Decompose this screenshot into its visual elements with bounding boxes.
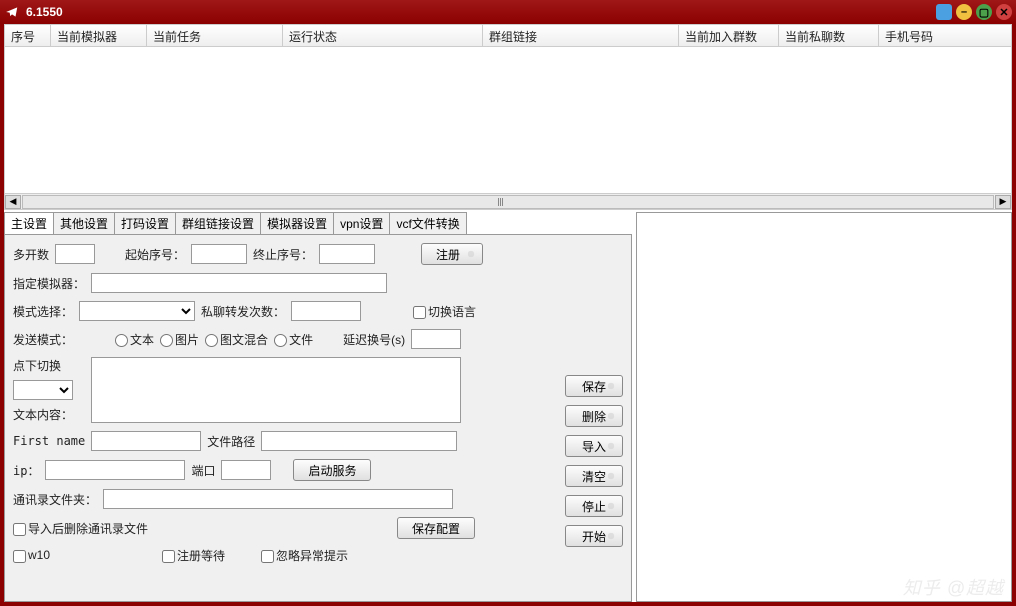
- multiopen-input[interactable]: [55, 244, 95, 264]
- data-table: 序号 当前模拟器 当前任务 运行状态 群组链接 当前加入群数 当前私聊数 手机号…: [4, 24, 1012, 210]
- ip-label: ip：: [13, 462, 39, 479]
- switchlang-checkbox[interactable]: 切换语言: [413, 303, 476, 320]
- col-status[interactable]: 运行状态: [283, 25, 483, 46]
- filepath-input[interactable]: [261, 431, 457, 451]
- port-label: 端口: [191, 462, 215, 479]
- firstname-input[interactable]: [91, 431, 201, 451]
- designatedsim-input[interactable]: [91, 273, 387, 293]
- tab-strip: 主设置 其他设置 打码设置 群组链接设置 模拟器设置 vpn设置 vcf文件转换: [4, 212, 632, 234]
- endseq-input[interactable]: [319, 244, 375, 264]
- window-title: 6.1550: [26, 5, 936, 19]
- col-simulator[interactable]: 当前模拟器: [51, 25, 147, 46]
- scroll-track[interactable]: [22, 195, 994, 209]
- col-phone[interactable]: 手机号码: [879, 25, 1011, 46]
- scroll-left-button[interactable]: ◀: [5, 195, 21, 209]
- tab-grouplink[interactable]: 群组链接设置: [175, 212, 261, 234]
- textcontent-label: 文本内容：: [13, 406, 85, 423]
- w10-checkbox[interactable]: w10: [13, 548, 50, 562]
- tab-other[interactable]: 其他设置: [53, 212, 115, 234]
- firstname-label: First name: [13, 434, 85, 448]
- titlebar: 6.1550 – ▢ ✕: [0, 0, 1016, 24]
- col-pmcount[interactable]: 当前私聊数: [779, 25, 879, 46]
- contactsfolder-input[interactable]: [103, 489, 453, 509]
- tab-simulator[interactable]: 模拟器设置: [260, 212, 334, 234]
- endseq-label: 终止序号：: [253, 246, 313, 263]
- startseq-input[interactable]: [191, 244, 247, 264]
- startservice-button[interactable]: 启动服务: [293, 459, 371, 481]
- table-body[interactable]: [5, 47, 1011, 193]
- app-icon: [4, 4, 20, 20]
- ignoreexception-checkbox[interactable]: 忽略异常提示: [261, 547, 348, 564]
- shirt-icon[interactable]: [936, 4, 952, 20]
- designatedsim-label: 指定模拟器：: [13, 275, 85, 292]
- waitregister-checkbox[interactable]: 注册等待: [162, 547, 225, 564]
- modeselect-label: 模式选择：: [13, 303, 73, 320]
- col-grouplink[interactable]: 群组链接: [483, 25, 679, 46]
- sendmode-label: 发送模式：: [13, 331, 73, 348]
- h-scrollbar[interactable]: ◀ ▶: [5, 193, 1011, 209]
- pmforward-label: 私聊转发次数：: [201, 303, 285, 320]
- port-input[interactable]: [221, 460, 271, 480]
- stop-button[interactable]: 停止: [565, 495, 623, 517]
- preview-pane[interactable]: [636, 212, 1012, 602]
- clickswitch-combo[interactable]: [13, 380, 73, 400]
- maximize-button[interactable]: ▢: [976, 4, 992, 20]
- clickswitch-label: 点下切换: [13, 357, 85, 374]
- tab-vcf[interactable]: vcf文件转换: [389, 212, 466, 234]
- delayswitch-label: 延迟换号(s): [343, 331, 405, 348]
- start-button[interactable]: 开始: [565, 525, 623, 547]
- deleteafterimport-checkbox[interactable]: 导入后删除通讯录文件: [13, 520, 148, 537]
- close-button[interactable]: ✕: [996, 4, 1012, 20]
- pmforward-input[interactable]: [291, 301, 361, 321]
- table-header: 序号 当前模拟器 当前任务 运行状态 群组链接 当前加入群数 当前私聊数 手机号…: [5, 25, 1011, 47]
- tab-coding[interactable]: 打码设置: [114, 212, 176, 234]
- col-task[interactable]: 当前任务: [147, 25, 283, 46]
- filepath-label: 文件路径: [207, 433, 255, 450]
- contactsfolder-label: 通讯录文件夹：: [13, 491, 97, 508]
- sendmode-mixed-radio[interactable]: 图文混合: [205, 331, 268, 348]
- delete-button[interactable]: 删除: [565, 405, 623, 427]
- minimize-button[interactable]: –: [956, 4, 972, 20]
- sendmode-image-radio[interactable]: 图片: [160, 331, 199, 348]
- register-button[interactable]: 注册: [421, 243, 483, 265]
- saveconfig-button[interactable]: 保存配置: [397, 517, 475, 539]
- modeselect-combo[interactable]: [79, 301, 195, 321]
- import-button[interactable]: 导入: [565, 435, 623, 457]
- tab-vpn[interactable]: vpn设置: [333, 212, 390, 234]
- ip-input[interactable]: [45, 460, 185, 480]
- textcontent-textarea[interactable]: [91, 357, 461, 423]
- tab-panel-main: 多开数 起始序号： 终止序号： 注册 指定模拟器： 模式选择：: [4, 234, 632, 602]
- col-seq[interactable]: 序号: [5, 25, 51, 46]
- delayswitch-input[interactable]: [411, 329, 461, 349]
- startseq-label: 起始序号：: [125, 246, 185, 263]
- multiopen-label: 多开数: [13, 246, 49, 263]
- save-button[interactable]: 保存: [565, 375, 623, 397]
- scroll-right-button[interactable]: ▶: [995, 195, 1011, 209]
- sendmode-text-radio[interactable]: 文本: [115, 331, 154, 348]
- sendmode-file-radio[interactable]: 文件: [274, 331, 313, 348]
- clear-button[interactable]: 清空: [565, 465, 623, 487]
- tab-main[interactable]: 主设置: [4, 212, 54, 234]
- col-groupcount[interactable]: 当前加入群数: [679, 25, 779, 46]
